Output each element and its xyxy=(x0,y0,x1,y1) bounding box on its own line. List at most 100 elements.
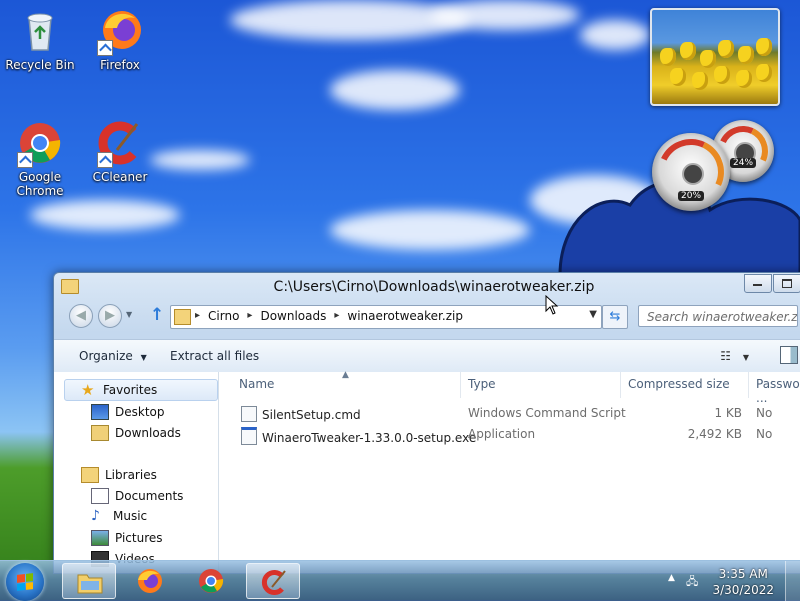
nav-item-libraries[interactable]: Libraries xyxy=(81,467,157,483)
cloud xyxy=(150,150,250,170)
desktop-icon-firefox[interactable]: Firefox xyxy=(82,8,158,72)
change-view-button[interactable]: ☷ ▼ xyxy=(720,349,749,363)
taskbar-firefox[interactable] xyxy=(122,563,176,599)
nav-label: Pictures xyxy=(115,531,163,545)
cpu-meter-gadget[interactable]: 20% xyxy=(648,129,734,215)
taskbar-ccleaner[interactable] xyxy=(246,563,300,599)
chrome-icon xyxy=(17,120,63,168)
breadcrumb-item[interactable]: winaerotweaker.zip xyxy=(347,309,463,323)
downloads-folder-icon xyxy=(91,425,109,441)
window-controls xyxy=(743,274,800,293)
recent-pages-dropdown[interactable]: ▼ xyxy=(126,310,132,319)
column-header-compressed-size[interactable]: Compressed size xyxy=(628,377,730,391)
chevron-down-icon[interactable]: ▼ xyxy=(589,309,597,320)
tulip xyxy=(756,38,772,56)
cloud xyxy=(330,210,530,250)
show-desktop-button[interactable] xyxy=(785,561,800,601)
meter-center xyxy=(682,163,704,185)
nav-item-favorites[interactable]: ★ Favorites xyxy=(81,381,158,399)
nav-item-music[interactable]: ♪ Music xyxy=(91,509,147,523)
nav-item-downloads[interactable]: Downloads xyxy=(91,425,181,441)
file-password: No xyxy=(756,427,773,441)
nav-item-documents[interactable]: Documents xyxy=(91,488,183,504)
slideshow-gadget[interactable] xyxy=(650,8,780,106)
forward-button[interactable]: ▶ xyxy=(98,304,122,328)
shortcut-arrow-icon xyxy=(97,152,113,168)
gear-file-icon xyxy=(241,406,257,422)
file-name-cell: SilentSetup.cmd xyxy=(241,406,361,422)
chevron-down-icon: ▼ xyxy=(140,353,147,362)
breadcrumb-item[interactable]: Downloads xyxy=(260,309,326,323)
chevron-right-icon[interactable]: ▸ xyxy=(334,310,339,323)
file-size: 1 KB xyxy=(714,406,742,420)
file-size: 2,492 KB xyxy=(687,427,742,441)
clock-date: 3/30/2022 xyxy=(712,583,774,597)
taskbar-chrome[interactable] xyxy=(184,563,238,599)
file-type: Windows Command Script xyxy=(468,406,626,420)
nav-label: Libraries xyxy=(105,468,157,482)
file-list: ▲ Name Type Compressed size Password ...… xyxy=(219,370,800,573)
shortcut-arrow-icon xyxy=(97,40,113,56)
search-input[interactable]: Search winaerotweaker.zip xyxy=(638,305,798,327)
nav-item-desktop[interactable]: Desktop xyxy=(91,404,165,420)
tulip xyxy=(718,40,734,58)
minimize-button[interactable] xyxy=(744,274,772,293)
desktop-icon-google-chrome[interactable]: Google Chrome xyxy=(2,120,78,198)
nav-label: Documents xyxy=(115,489,184,503)
recycle-bin-icon xyxy=(17,8,63,54)
show-hidden-icons-icon[interactable]: ▲ xyxy=(668,573,675,583)
table-row[interactable]: SilentSetup.cmd Windows Command Script 1… xyxy=(237,403,800,423)
file-name: SilentSetup.cmd xyxy=(262,408,361,422)
desktop-icon-ccleaner[interactable]: CCleaner xyxy=(82,120,158,184)
nav-label: Favorites xyxy=(103,383,158,397)
nav-item-pictures[interactable]: Pictures xyxy=(91,530,163,546)
up-level-icon[interactable]: ↑ xyxy=(150,305,164,325)
network-icon[interactable]: 🖧 xyxy=(686,573,698,592)
column-divider[interactable] xyxy=(748,372,749,398)
cloud xyxy=(580,20,650,50)
extract-all-button[interactable]: Extract all files xyxy=(170,349,259,363)
column-divider[interactable] xyxy=(620,372,621,398)
maximize-button[interactable] xyxy=(773,274,800,293)
column-header-type[interactable]: Type xyxy=(468,377,496,391)
table-row[interactable]: WinaeroTweaker-1.33.0.0-setup.exe Applic… xyxy=(237,424,800,445)
navigation-bar: ◀ ▶ ▼ ↑ ▸ Cirno ▸ Downloads ▸ winaerotwe… xyxy=(54,301,800,331)
chevron-right-icon[interactable]: ▸ xyxy=(247,310,252,323)
taskbar-explorer[interactable] xyxy=(62,563,116,599)
star-icon: ★ xyxy=(81,381,95,399)
system-tray: ▲ 🖧 3:35 AM 3/30/2022 xyxy=(660,561,800,601)
explorer-window[interactable]: C:\Users\Cirno\Downloads\winaerotweaker.… xyxy=(53,272,800,574)
chevron-right-icon[interactable]: ▸ xyxy=(195,310,200,323)
clock[interactable]: 3:35 AM 3/30/2022 xyxy=(712,566,774,598)
documents-icon xyxy=(91,488,109,504)
breadcrumb-item[interactable]: Cirno xyxy=(208,309,239,323)
nav-label: Music xyxy=(113,509,148,523)
desktop-icon-recycle-bin[interactable]: Recycle Bin xyxy=(2,8,78,72)
organize-button[interactable]: Organize ▼ xyxy=(79,349,147,363)
refresh-button[interactable]: ⇆ xyxy=(602,305,628,329)
nav-label: Desktop xyxy=(115,405,165,419)
column-header-name[interactable]: Name xyxy=(239,377,274,391)
tulip xyxy=(660,48,676,66)
file-name: WinaeroTweaker-1.33.0.0-setup.exe xyxy=(262,431,477,445)
title-bar[interactable]: C:\Users\Cirno\Downloads\winaerotweaker.… xyxy=(54,273,800,301)
preview-pane-button[interactable] xyxy=(780,346,798,364)
start-button[interactable] xyxy=(6,563,44,601)
application-icon xyxy=(241,427,257,445)
libraries-icon xyxy=(81,467,99,483)
sort-ascending-icon: ▲ xyxy=(342,370,349,380)
back-button[interactable]: ◀ xyxy=(69,304,93,328)
column-headers: ▲ Name Type Compressed size Password ... xyxy=(219,370,800,405)
cpu-percent: 20% xyxy=(677,191,705,201)
window-title: C:\Users\Cirno\Downloads\winaerotweaker.… xyxy=(273,279,595,295)
address-bar[interactable]: ▸ Cirno ▸ Downloads ▸ winaerotweaker.zip… xyxy=(170,305,602,329)
nav-label: Downloads xyxy=(115,426,181,440)
breadcrumb: ▸ Cirno ▸ Downloads ▸ winaerotweaker.zip xyxy=(195,309,471,323)
column-header-password[interactable]: Password ... xyxy=(756,377,800,405)
file-name-cell: WinaeroTweaker-1.33.0.0-setup.exe xyxy=(241,427,476,445)
desktop-icon-label: Firefox xyxy=(100,58,140,72)
navigation-pane: ★ Favorites Desktop Downloads Libraries … xyxy=(54,372,219,573)
tulip xyxy=(736,70,752,88)
tulip xyxy=(680,42,696,60)
column-divider[interactable] xyxy=(460,372,461,398)
